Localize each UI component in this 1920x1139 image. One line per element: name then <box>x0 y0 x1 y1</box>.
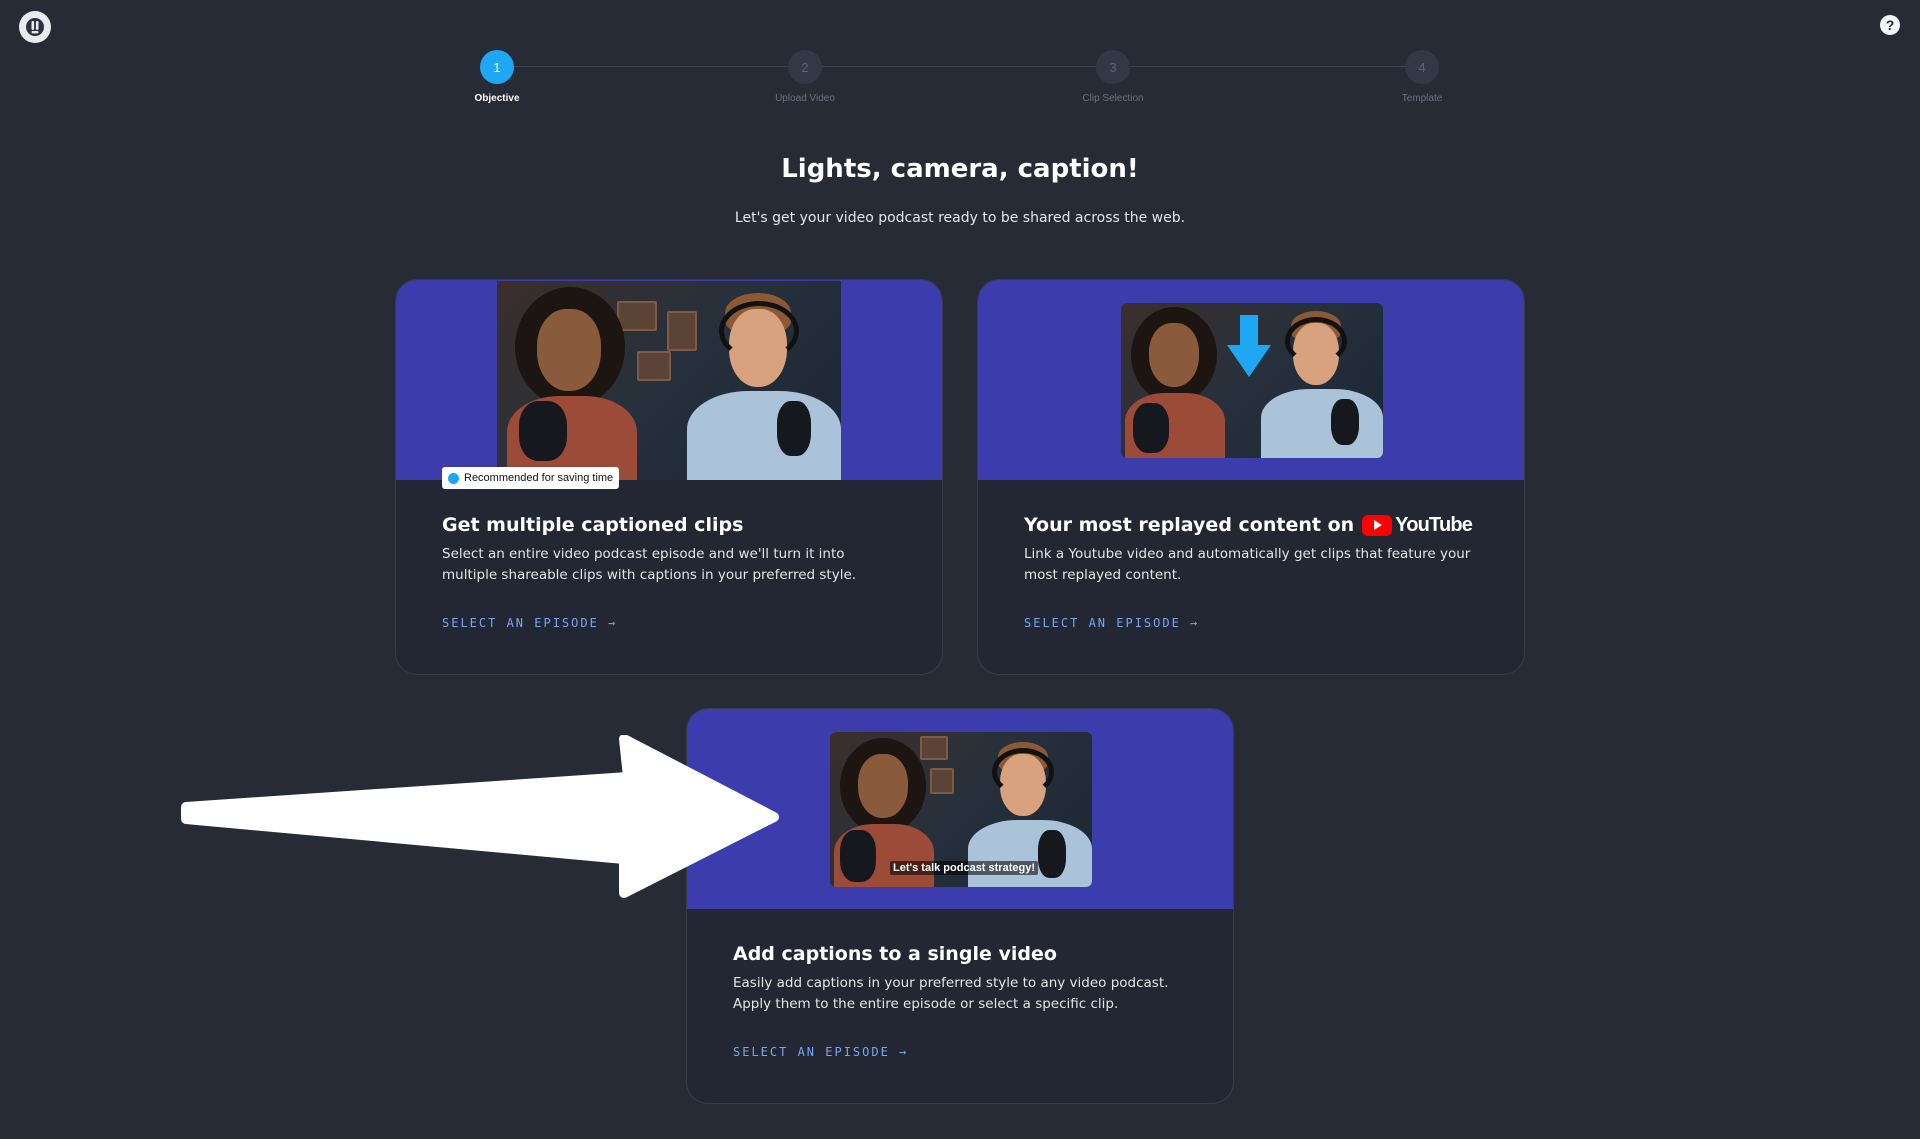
clock-icon <box>448 472 459 484</box>
card-title-text: Your most replayed content on <box>1024 514 1355 536</box>
step-label: Template <box>1401 93 1443 104</box>
select-episode-link[interactable]: SELECT AN EPISODE → <box>1024 616 1199 630</box>
podcast-photo <box>497 281 841 480</box>
card-title: Add captions to a single video <box>733 943 1057 965</box>
step-upload-video[interactable]: 2 Upload Video <box>745 50 865 104</box>
select-episode-link[interactable]: SELECT AN EPISODE → <box>733 1045 908 1059</box>
page-subtitle: Let's get your video podcast ready to be… <box>734 210 1186 226</box>
download-arrow-icon <box>1227 315 1271 377</box>
podcast-photo: Let's talk podcast strategy! <box>830 732 1092 887</box>
card-title: Get multiple captioned clips <box>442 514 744 536</box>
pointer-arrow-icon <box>181 735 779 898</box>
badge-label: Recommended for saving time <box>464 472 614 484</box>
youtube-play-icon <box>1362 514 1393 536</box>
youtube-wordmark: YouTube <box>1395 513 1473 536</box>
page-title: Lights, camera, caption! <box>781 154 1139 184</box>
step-label: Clip Selection <box>1082 93 1144 104</box>
step-label: Upload Video <box>775 93 835 104</box>
youtube-logo: YouTube <box>1362 513 1473 537</box>
card-multiple-clips[interactable]: Recommended for saving time Get multiple… <box>395 279 943 675</box>
step-template[interactable]: 4 Template <box>1362 50 1482 104</box>
card-description: Link a Youtube video and automatically g… <box>1024 546 1471 583</box>
step-clip-selection[interactable]: 3 Clip Selection <box>1053 50 1173 104</box>
card-description: Easily add captions in your preferred st… <box>733 975 1169 1012</box>
step-number: 4 <box>1405 50 1439 84</box>
recommended-badge: Recommended for saving time <box>442 467 620 489</box>
card-description: Select an entire video podcast episode a… <box>442 546 857 583</box>
step-objective[interactable]: 1 Objective <box>437 50 557 104</box>
podcast-photo <box>1121 303 1383 458</box>
select-episode-link[interactable]: SELECT AN EPISODE → <box>442 616 617 630</box>
card-title: Your most replayed content on YouTube <box>1024 512 1484 538</box>
card-youtube-replayed[interactable]: Your most replayed content on YouTube Li… <box>977 279 1525 675</box>
step-label: Objective <box>474 93 520 104</box>
step-number: 2 <box>788 50 822 84</box>
step-number: 3 <box>1096 50 1130 84</box>
step-number: 1 <box>480 50 514 84</box>
progress-stepper: 1 Objective 2 Upload Video 3 Clip Select… <box>0 0 1920 110</box>
caption-preview: Let's talk podcast strategy! <box>890 861 1038 875</box>
